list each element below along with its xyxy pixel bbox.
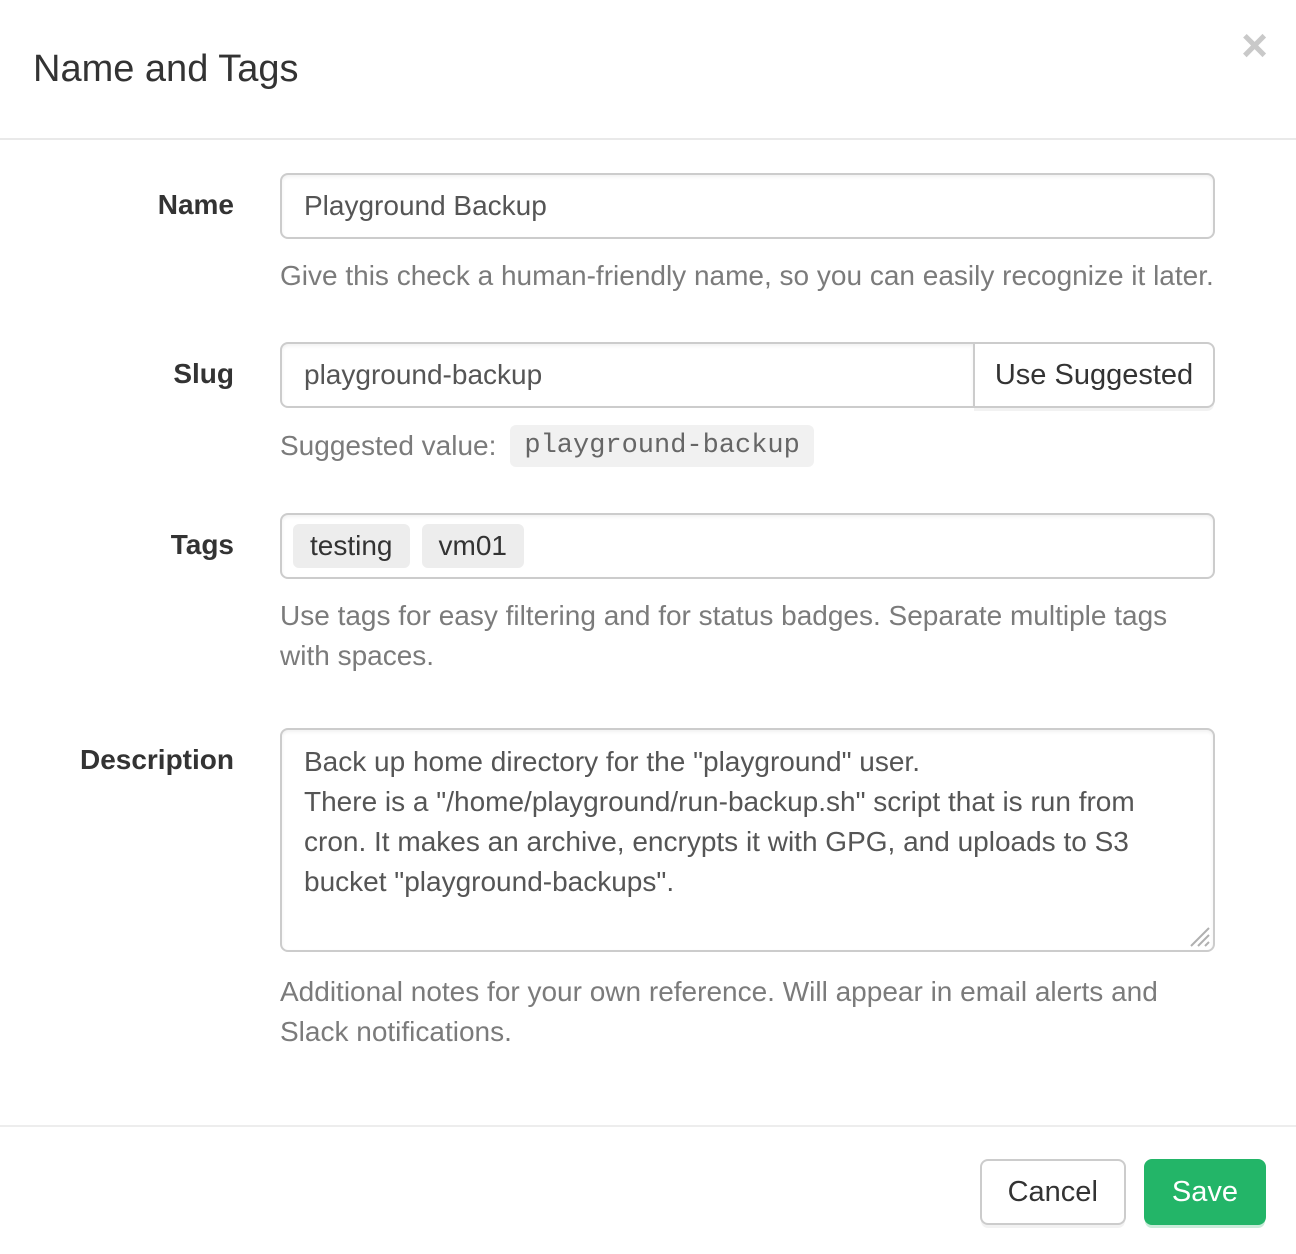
slug-input-group: Use Suggested xyxy=(280,342,1215,408)
name-and-tags-modal: Name and Tags × Name Give this check a h… xyxy=(0,0,1296,1254)
resize-grip-icon[interactable] xyxy=(1188,925,1210,947)
tags-input-box[interactable]: testing vm01 xyxy=(280,513,1215,579)
tag-chip[interactable]: vm01 xyxy=(422,524,524,568)
name-input[interactable] xyxy=(280,173,1215,239)
description-textarea[interactable]: Back up home directory for the "playgrou… xyxy=(280,728,1215,952)
name-field-label: Name xyxy=(33,173,280,296)
description-field-label: Description xyxy=(33,728,280,1052)
save-button[interactable]: Save xyxy=(1144,1159,1266,1225)
name-field-control: Give this check a human-friendly name, s… xyxy=(280,173,1263,296)
tags-field-control: testing vm01 Use tags for easy filtering … xyxy=(280,513,1263,676)
suggested-value-code: playground-backup xyxy=(510,425,813,467)
name-field-row: Name Give this check a human-friendly na… xyxy=(33,173,1263,296)
tags-field-label: Tags xyxy=(33,513,280,676)
description-textarea-wrap: Back up home directory for the "playgrou… xyxy=(280,728,1215,952)
modal-footer: Cancel Save xyxy=(0,1125,1296,1253)
suggested-value-line: Suggested value: playground-backup xyxy=(280,425,1263,467)
description-field-row: Description Back up home directory for t… xyxy=(33,728,1263,1052)
cancel-button[interactable]: Cancel xyxy=(980,1159,1126,1225)
modal-body: Name Give this check a human-friendly na… xyxy=(0,140,1296,1052)
name-help-text: Give this check a human-friendly name, s… xyxy=(280,256,1263,296)
suggested-value-label: Suggested value: xyxy=(280,430,496,462)
tags-help-text: Use tags for easy filtering and for stat… xyxy=(280,596,1263,676)
slug-input[interactable] xyxy=(280,342,975,408)
close-icon[interactable]: × xyxy=(1241,22,1268,68)
slug-field-control: Use Suggested Suggested value: playgroun… xyxy=(280,342,1263,467)
description-help-text: Additional notes for your own reference.… xyxy=(280,972,1263,1052)
use-suggested-button[interactable]: Use Suggested xyxy=(973,342,1215,408)
slug-field-row: Slug Use Suggested Suggested value: play… xyxy=(33,342,1263,467)
tags-field-row: Tags testing vm01 Use tags for easy filte… xyxy=(33,513,1263,676)
page-title: Name and Tags xyxy=(33,48,1263,90)
description-field-control: Back up home directory for the "playgrou… xyxy=(280,728,1263,1052)
tag-chip[interactable]: testing xyxy=(293,524,410,568)
modal-header: Name and Tags × xyxy=(0,0,1296,140)
slug-field-label: Slug xyxy=(33,342,280,467)
